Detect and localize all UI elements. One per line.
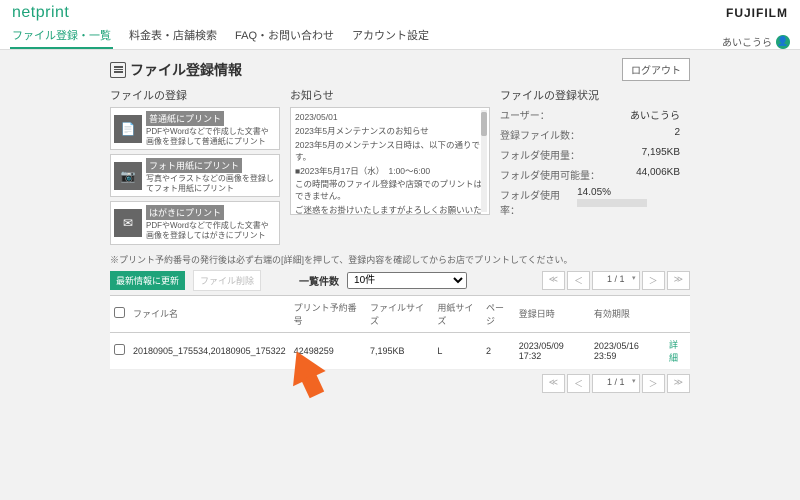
table-row: 20180905_175534,20180905_175322 42498259… — [110, 332, 690, 369]
files-table: ファイル名 プリント予約番号 ファイルサイズ 用紙サイズ ページ 登録日時 有効… — [110, 295, 690, 370]
panel-title-register: ファイルの登録 — [110, 87, 280, 103]
card-postcard[interactable]: ✉ はがきにプリント PDFやWordなどで作成した文書や画像を登録してはがきに… — [110, 201, 280, 244]
cell-expires: 2023/05/16 23:59 — [590, 332, 665, 369]
card-plain-paper[interactable]: 📄 普通紙にプリント PDFやWordなどで作成した文書や画像を登録して普通紙に… — [110, 107, 280, 150]
tab-pricing[interactable]: 料金表・店舗検索 — [127, 23, 219, 49]
notice-headline: 2023年5月メンテナンスのお知らせ — [295, 126, 485, 138]
pager-current[interactable]: 1 / 1 — [592, 374, 640, 393]
pager-last[interactable]: ≫ — [667, 374, 690, 393]
delete-button[interactable]: ファイル削除 — [193, 270, 261, 291]
brand-logo: FUJIFILM — [726, 6, 788, 20]
status-value: あいこうら — [630, 107, 680, 122]
th-expires: 有効期限 — [590, 295, 665, 332]
notice-line: この時間帯のファイル登録や店頭でのプリントはできません。 — [295, 179, 485, 203]
th-reservation: プリント予約番号 — [290, 295, 366, 332]
cell-created: 2023/05/09 17:32 — [515, 332, 590, 369]
card-desc: PDFやWordなどで作成した文書や画像を登録してはがきにプリント — [146, 221, 276, 240]
cell-pages: 2 — [482, 332, 515, 369]
pager-last[interactable]: ≫ — [667, 271, 690, 290]
status-label: フォルダ使用量： — [500, 147, 580, 162]
th-created: 登録日時 — [515, 295, 590, 332]
photo-icon: 📷 — [114, 162, 142, 190]
perpage-label: 一覧件数 — [299, 273, 339, 288]
page-title: ファイル登録情報 — [130, 60, 242, 80]
notices-box[interactable]: 2023/05/01 2023年5月メンテナンスのお知らせ 2023年5月のメン… — [290, 107, 490, 215]
th-filename: ファイル名 — [129, 295, 290, 332]
username: あいこうら — [722, 34, 772, 49]
status-label: フォルダ使用可能量： — [500, 167, 600, 182]
notice-line: ご迷惑をお掛けいたしますがよろしくお願いいたします。 — [295, 205, 485, 215]
status-label: 登録ファイル数： — [500, 127, 580, 142]
refresh-button[interactable]: 最新情報に更新 — [110, 271, 185, 290]
select-all-checkbox[interactable] — [114, 307, 125, 318]
card-title: フォト用紙にプリント — [146, 158, 242, 173]
pager-next[interactable]: ＞ — [642, 374, 665, 393]
status-value: 14.05% — [577, 187, 611, 198]
notice-date: 2023/05/01 — [295, 112, 485, 124]
tab-account[interactable]: アカウント設定 — [350, 23, 431, 49]
card-title: はがきにプリント — [146, 205, 224, 220]
pager-next[interactable]: ＞ — [642, 271, 665, 290]
cell-papersize: L — [433, 332, 482, 369]
tab-faq[interactable]: FAQ・お問い合わせ — [233, 23, 336, 49]
instruction-note: ※プリント予約番号の発行後は必ず右端の[詳細]を押して、登録内容を確認してからお… — [110, 253, 690, 266]
avatar-icon[interactable]: 👤 — [776, 35, 790, 49]
tab-file-list[interactable]: ファイル登録・一覧 — [10, 23, 113, 49]
pager-prev[interactable]: ＜ — [567, 374, 590, 393]
pager-current[interactable]: 1 / 1 — [592, 271, 640, 290]
card-desc: 写真やイラストなどの画像を登録してフォト用紙にプリント — [146, 174, 276, 193]
status-label: ユーザー： — [500, 107, 550, 122]
notice-line: 2023年5月のメンテナンス日時は、以下の通りです。 — [295, 140, 485, 164]
cell-filename: 20180905_175534,20180905_175322 — [129, 332, 290, 369]
postcard-icon: ✉ — [114, 209, 142, 237]
card-title: 普通紙にプリント — [146, 111, 224, 126]
status-label: フォルダ使用率： — [500, 187, 577, 217]
row-checkbox[interactable] — [114, 344, 125, 355]
panel-title-notices: お知らせ — [290, 87, 490, 103]
cell-filesize: 7,195KB — [366, 332, 433, 369]
list-icon — [110, 62, 126, 78]
detail-link[interactable]: 詳細 — [669, 340, 678, 363]
logout-button[interactable]: ログアウト — [622, 58, 690, 81]
th-papersize: 用紙サイズ — [433, 295, 482, 332]
card-photo-paper[interactable]: 📷 フォト用紙にプリント 写真やイラストなどの画像を登録してフォト用紙にプリント — [110, 154, 280, 197]
th-pages: ページ — [482, 295, 515, 332]
panel-title-status: ファイルの登録状況 — [500, 87, 680, 103]
scrollbar[interactable] — [481, 110, 487, 212]
notice-line: ■2023年5月17日（水） 1:00～6:00 — [295, 166, 485, 178]
status-value: 2 — [674, 127, 680, 142]
pager-prev[interactable]: ＜ — [567, 271, 590, 290]
document-icon: 📄 — [114, 115, 142, 143]
usage-progress — [577, 199, 647, 207]
app-logo: netprint — [12, 4, 69, 22]
status-value: 7,195KB — [642, 147, 680, 162]
card-desc: PDFやWordなどで作成した文書や画像を登録して普通紙にプリント — [146, 127, 276, 146]
perpage-select[interactable]: 10件 — [347, 272, 467, 289]
status-value: 44,006KB — [636, 167, 680, 182]
pager-first[interactable]: ≪ — [542, 374, 565, 393]
pager-first[interactable]: ≪ — [542, 271, 565, 290]
th-filesize: ファイルサイズ — [366, 295, 433, 332]
